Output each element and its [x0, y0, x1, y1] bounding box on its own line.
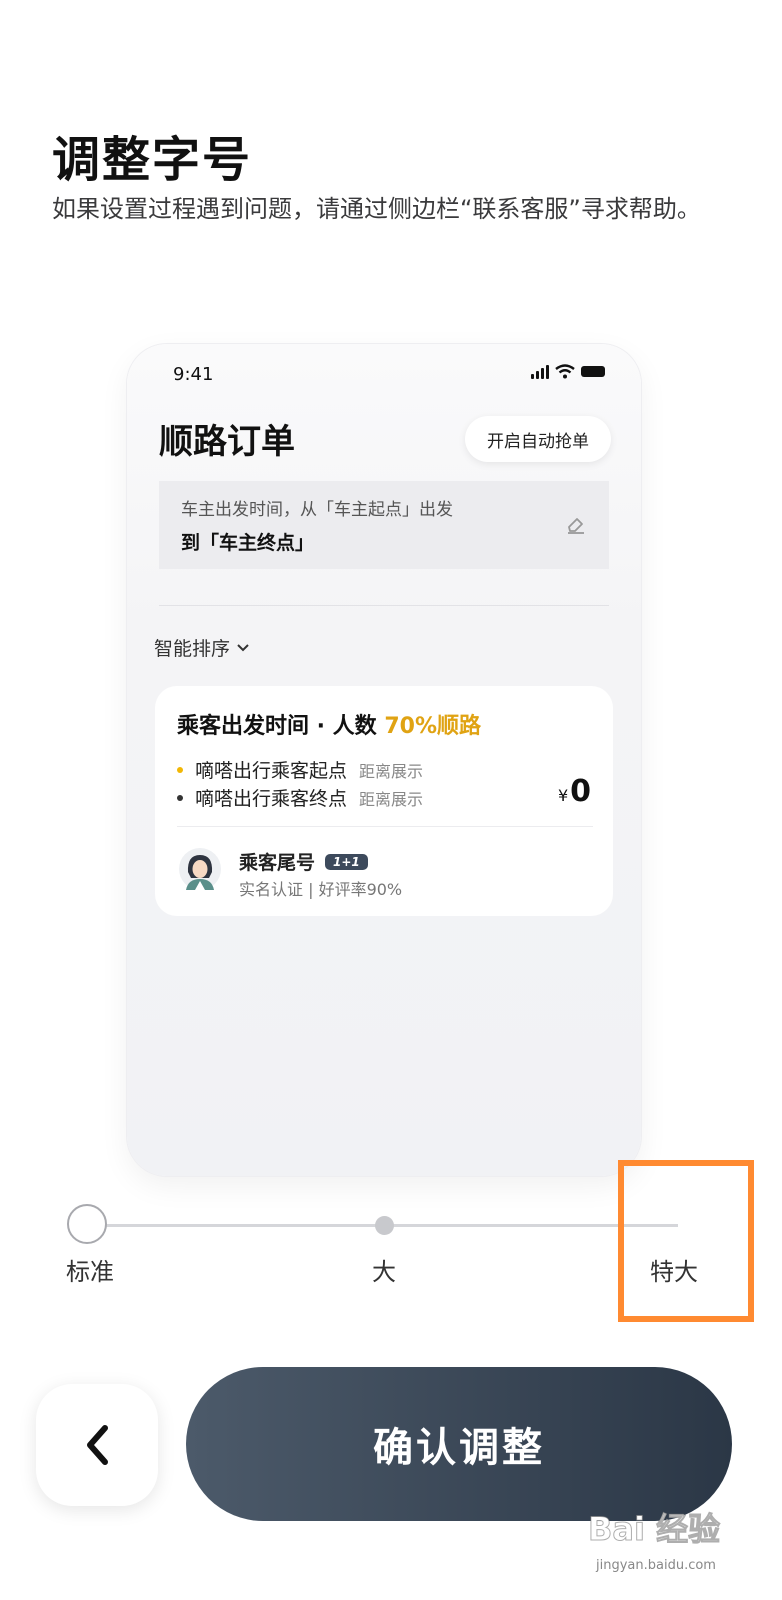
- chevron-left-icon: [87, 1425, 108, 1465]
- end-location: 嘀嗒出行乘客终点 距离展示: [177, 784, 423, 811]
- chevron-down-icon: [237, 643, 249, 651]
- passenger-name: 乘客尾号 1+1: [239, 848, 368, 875]
- start-point: 嘀嗒出行乘客起点: [195, 760, 348, 782]
- route-line-1: 车主出发时间，从「车主起点」出发: [181, 500, 453, 520]
- sort-label: 智能排序: [154, 638, 231, 660]
- start-distance: 距离展示: [359, 761, 424, 781]
- divider: [159, 605, 609, 606]
- route-box: 车主出发时间，从「车主起点」出发 到「车主终点」: [159, 481, 609, 569]
- sort-dropdown: 智能排序: [154, 634, 250, 661]
- card-divider: [177, 826, 593, 827]
- price-value: 0: [570, 774, 591, 809]
- auto-grab-button: 开启自动抢单: [465, 416, 611, 462]
- price: ¥0: [558, 774, 591, 809]
- eraser-icon: [568, 518, 584, 534]
- slider-stop-large[interactable]: [375, 1216, 394, 1235]
- start-location: 嘀嗒出行乘客起点 距离展示: [177, 756, 423, 783]
- highlight-annotation-box: [618, 1160, 754, 1322]
- status-time: 9:41: [173, 364, 214, 385]
- watermark-main: Bai 经验: [587, 1510, 721, 1549]
- end-dot-icon: [177, 794, 183, 801]
- battery-icon: [581, 366, 605, 377]
- price-symbol: ¥: [557, 786, 569, 805]
- slider-label-large[interactable]: 大: [372, 1252, 396, 1287]
- font-size-preview: 9:41 顺路订单 开启自动抢单 车主出发时间，从「车主起点」出发 到「车主终点…: [127, 344, 641, 1176]
- passenger-name-text: 乘客尾号: [239, 852, 316, 874]
- end-point: 嘀嗒出行乘客终点: [195, 788, 348, 810]
- passenger-count-badge: 1+1: [325, 853, 368, 870]
- start-dot-icon: [177, 766, 183, 773]
- back-button[interactable]: [36, 1384, 158, 1506]
- card-head-text: 乘客出发时间 · 人数: [177, 714, 377, 739]
- route-line-2: 到「车主终点」: [181, 532, 315, 554]
- watermark-sub: jingyan.baidu.com: [596, 1558, 716, 1573]
- avatar: [179, 848, 221, 890]
- page-title: 调整字号: [52, 132, 253, 188]
- page-description: 如果设置过程遇到问题，请通过侧边栏“联系客服”寻求帮助。: [52, 195, 701, 223]
- order-title: 顺路订单: [159, 422, 295, 462]
- wifi-icon: [555, 364, 575, 379]
- signal-icon: [531, 364, 549, 379]
- match-percent: 70%顺路: [384, 714, 482, 739]
- slider-knob[interactable]: [67, 1204, 107, 1244]
- watermark: Bai 经验 jingyan.baidu.com: [587, 1488, 778, 1598]
- passenger-info: 实名认证 | 好评率90%: [239, 880, 403, 899]
- order-card: 乘客出发时间 · 人数 70%顺路 嘀嗒出行乘客起点 距离展示 嘀嗒出行乘客终点…: [155, 686, 613, 916]
- card-heading: 乘客出发时间 · 人数 70%顺路: [177, 708, 481, 740]
- end-distance: 距离展示: [359, 789, 424, 809]
- status-icons: [531, 364, 605, 379]
- slider-label-standard[interactable]: 标准: [66, 1252, 114, 1287]
